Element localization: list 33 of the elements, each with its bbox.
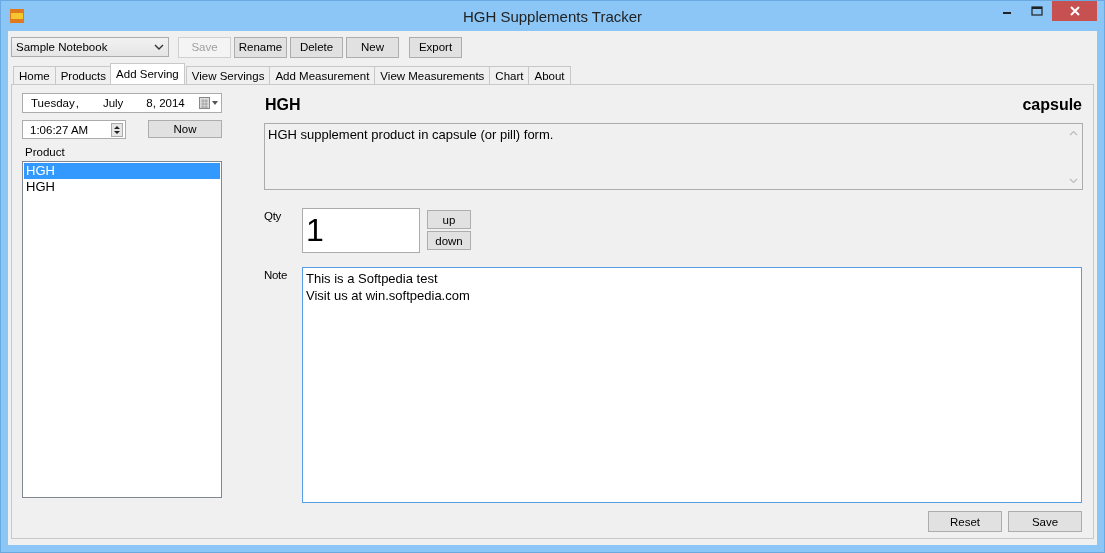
tab[interactable]: Home <box>13 66 56 84</box>
up-button[interactable]: up <box>427 210 471 229</box>
note-label: Note <box>264 268 289 283</box>
reset-button[interactable]: Reset <box>928 511 1002 532</box>
chevron-down-icon <box>154 44 164 50</box>
toolbar-button[interactable]: Delete <box>290 36 343 58</box>
note-field[interactable]: This is a Softpedia test Visit us at win.softpedia.com <box>302 267 1082 503</box>
save-button[interactable]: Save <box>1008 511 1082 532</box>
window-title: HGH Supplements Tracker <box>462 7 643 25</box>
spinner-icon[interactable] <box>111 122 123 137</box>
product-form: capsule <box>1022 96 1082 114</box>
date-picker[interactable]: Tuesday, July 8, 2014 <box>22 93 222 113</box>
toolbar-button[interactable]: Export <box>409 36 462 58</box>
tab[interactable]: Add Serving <box>110 63 185 84</box>
maximize-icon <box>1031 6 1043 16</box>
tab[interactable]: View Servings <box>185 66 271 84</box>
description-field[interactable]: HGH supplement product in capsule (or pill) form. <box>264 123 1083 190</box>
toolbar-button[interactable]: Rename <box>234 36 287 58</box>
close-button[interactable] <box>1052 1 1097 21</box>
product-item[interactable]: HGH <box>24 179 220 195</box>
now-button[interactable]: Now <box>148 120 222 138</box>
app-icon <box>10 9 24 23</box>
time-field[interactable]: 1:06:27 AM <box>22 120 126 139</box>
qty-field[interactable]: 1 <box>302 208 420 253</box>
notebook-dropdown[interactable]: Sample Notebook <box>11 37 169 57</box>
close-icon <box>1069 6 1080 16</box>
product-name: HGH <box>265 96 301 114</box>
calendar-icon[interactable] <box>199 97 219 109</box>
qty-label: Qty <box>264 209 282 222</box>
down-button[interactable]: down <box>427 231 471 250</box>
product-label: Product <box>24 146 66 158</box>
toolbar-button[interactable]: New <box>346 36 399 58</box>
tab[interactable]: About <box>528 66 571 84</box>
